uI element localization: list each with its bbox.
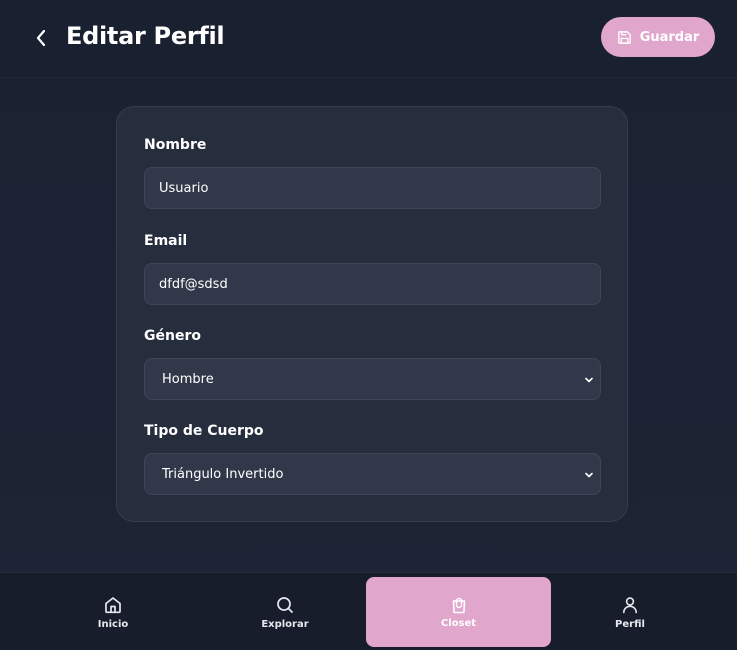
save-button-label: Guardar xyxy=(639,29,700,45)
body-type-select[interactable]: Triángulo Invertido xyxy=(144,453,601,495)
nav-item-explorar[interactable]: Explorar xyxy=(210,573,360,650)
gender-select[interactable]: Hombre xyxy=(144,358,601,400)
save-button[interactable]: Guardar xyxy=(601,17,715,57)
body-type-select-value: Triángulo Invertido xyxy=(162,466,284,482)
shopping-bag-icon xyxy=(452,597,465,614)
name-input-value: Usuario xyxy=(159,180,209,196)
body-type-label: Tipo de Cuerpo xyxy=(144,423,264,439)
user-icon xyxy=(623,596,637,613)
chevron-down-icon xyxy=(585,472,593,478)
email-input[interactable]: dfdf@sdsd xyxy=(144,263,601,305)
gender-label: Género xyxy=(144,328,201,344)
header: Editar Perfil Guardar xyxy=(0,0,737,78)
search-icon xyxy=(277,596,293,613)
chevron-down-icon xyxy=(585,377,593,383)
name-input[interactable]: Usuario xyxy=(144,167,601,209)
email-label: Email xyxy=(144,233,188,249)
nav-label-perfil: Perfil xyxy=(615,618,645,630)
nav-label-inicio: Inicio xyxy=(97,618,129,630)
app: Editar Perfil Guardar Nombre Usuario Ema… xyxy=(0,0,737,650)
nav-item-perfil[interactable]: Perfil xyxy=(555,573,705,650)
bottom-nav: Inicio Explorar Closet Perfil xyxy=(0,572,737,650)
back-button[interactable] xyxy=(30,26,52,50)
page-title: Editar Perfil xyxy=(66,22,225,50)
nav-item-inicio[interactable]: Inicio xyxy=(38,573,188,650)
profile-form-card: Nombre Usuario Email dfdf@sdsd Género Ho… xyxy=(116,106,628,522)
gender-select-value: Hombre xyxy=(162,371,214,387)
name-label: Nombre xyxy=(144,137,207,153)
nav-label-closet: Closet xyxy=(440,618,477,629)
nav-label-explorar: Explorar xyxy=(261,618,309,630)
home-icon xyxy=(105,596,121,613)
nav-item-closet[interactable]: Closet xyxy=(366,577,551,647)
email-input-value: dfdf@sdsd xyxy=(159,276,228,292)
chevron-left-icon xyxy=(36,29,46,47)
save-icon xyxy=(617,30,631,44)
